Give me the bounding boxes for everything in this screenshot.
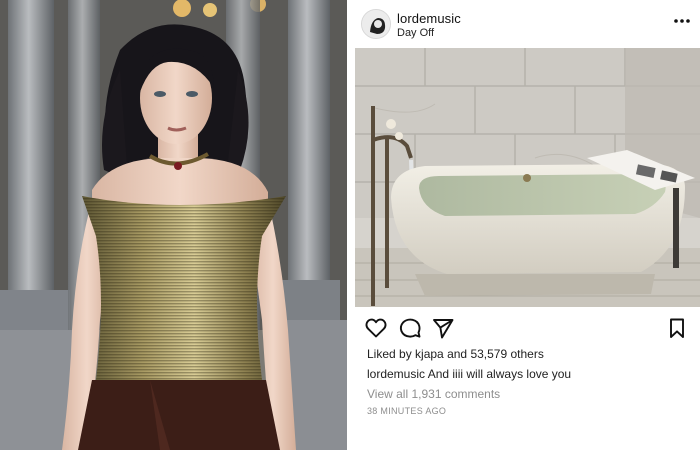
more-options-icon[interactable] (672, 14, 692, 26)
likes-line: Liked by kjapa and 53,579 others (367, 347, 544, 361)
avatar-image (362, 10, 390, 38)
instagram-post: lordemusic Day Off Liked by kjapa and 53… (355, 0, 700, 450)
post-header: lordemusic Day Off (355, 0, 700, 48)
red-carpet-photo (0, 0, 347, 450)
liked-by-user[interactable]: kjapa (415, 347, 444, 361)
likes-connector: and (447, 347, 468, 361)
send-icon[interactable] (431, 316, 455, 340)
post-image[interactable] (355, 48, 700, 307)
comment-icon[interactable] (398, 316, 422, 340)
post-actions (355, 312, 700, 342)
caption-line: lordemusic And iiii will always love you (367, 367, 571, 381)
likes-count[interactable]: 53,579 others (470, 347, 543, 361)
post-timestamp: 38 MINUTES AGO (367, 406, 447, 416)
heart-icon[interactable] (364, 316, 388, 340)
bathtub-photo (355, 48, 700, 307)
left-photo (0, 0, 347, 450)
avatar[interactable] (361, 9, 391, 39)
likes-prefix: Liked by (367, 347, 412, 361)
caption-username[interactable]: lordemusic (367, 367, 425, 381)
caption-text: And iiii will always love you (427, 367, 572, 381)
view-comments-link[interactable]: View all 1,931 comments (367, 387, 500, 401)
post-location[interactable]: Day Off (397, 27, 434, 39)
bookmark-icon[interactable] (665, 316, 689, 340)
panel-divider (347, 0, 355, 450)
post-username[interactable]: lordemusic (397, 11, 461, 26)
